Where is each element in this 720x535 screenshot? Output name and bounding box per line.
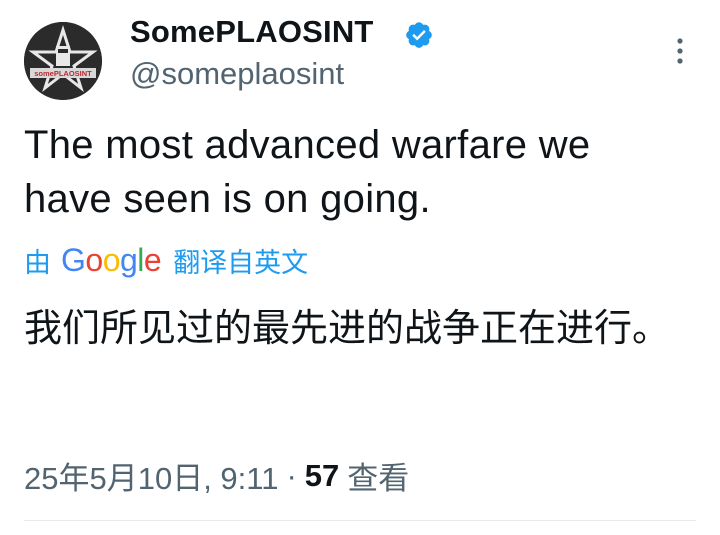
avatar[interactable]: somePLAOSINT (24, 22, 102, 100)
translation-action-label: 翻译自英文 (173, 247, 309, 278)
translation-attribution[interactable]: 由 Google 翻译自英文 (24, 240, 308, 280)
more-vertical-icon[interactable] (674, 36, 686, 66)
tweet-meta: 25年5月10日, 9:11 · 57 查看 (24, 453, 409, 498)
google-logo: Google (61, 241, 162, 278)
author-display-name[interactable]: SomePLAOSINT (130, 14, 374, 50)
tweet-timestamp[interactable]: 25年5月10日, 9:11 (24, 453, 278, 498)
verified-badge-icon (406, 22, 432, 48)
views-count: 57 (304, 457, 340, 493)
meta-separator: · (286, 457, 297, 493)
translation-by-label: 由 (24, 247, 51, 278)
divider (24, 520, 696, 521)
tweet-text: The most advanced warfare we have seen i… (24, 123, 591, 221)
views-label: 查看 (347, 461, 410, 496)
avatar-banner-text: somePLAOSINT (34, 69, 92, 78)
avatar-logo: somePLAOSINT (24, 22, 102, 100)
author-handle[interactable]: @someplaosint (130, 56, 344, 92)
translated-text: 我们所见过的最先进的战争正在进行。 (24, 306, 671, 350)
